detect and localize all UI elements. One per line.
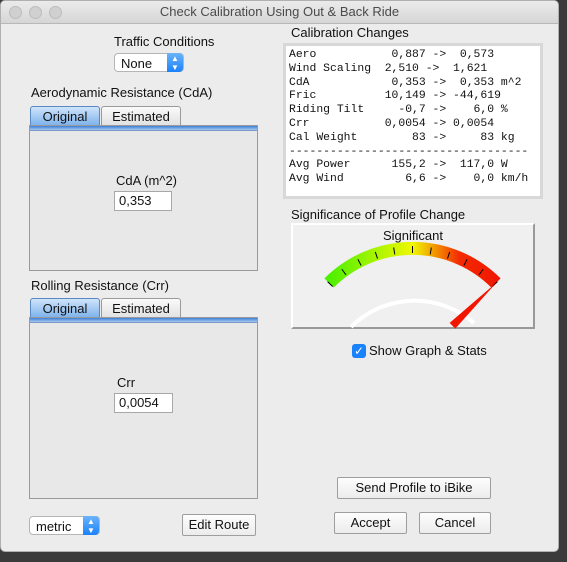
close-button[interactable] [9, 6, 22, 19]
send-profile-button[interactable]: Send Profile to iBike [337, 477, 491, 499]
cancel-button[interactable]: Cancel [419, 512, 491, 534]
rolling-panel: Crr 0,0054 [29, 317, 258, 499]
traffic-value: None [121, 56, 153, 71]
tab-aero-estimated[interactable]: Estimated [101, 106, 181, 125]
significance-gauge: Significant [291, 223, 535, 329]
calibration-label: Calibration Changes [291, 25, 409, 40]
calibration-dialog: Check Calibration Using Out & Back Ride … [0, 0, 559, 552]
cda-input[interactable]: 0,353 [114, 191, 172, 211]
zoom-button[interactable] [49, 6, 62, 19]
cda-label: CdA (m^2) [116, 173, 178, 188]
show-graph-checkbox[interactable]: ✓ [352, 344, 366, 358]
title-bar: Check Calibration Using Out & Back Ride [1, 1, 558, 24]
traffic-select[interactable]: None ▲ ▼ [114, 53, 184, 72]
aero-label: Aerodynamic Resistance (CdA) [31, 85, 213, 100]
units-select[interactable]: metric ▲ ▼ [29, 516, 100, 535]
aero-panel: CdA (m^2) 0,353 [29, 125, 258, 271]
chevron-updown-icon: ▲ ▼ [167, 53, 183, 72]
gauge-dial [324, 241, 501, 329]
calibration-values: Aero 0,887 -> 0,573 Wind Scaling 2,510 -… [289, 49, 529, 186]
minimize-button[interactable] [29, 6, 42, 19]
tab-crr-original[interactable]: Original [30, 298, 100, 317]
gauge-arc [324, 241, 501, 288]
tab-crr-estimated[interactable]: Estimated [101, 298, 181, 317]
traffic-label: Traffic Conditions [114, 34, 215, 49]
crr-input[interactable]: 0,0054 [114, 393, 173, 413]
crr-label: Crr [117, 375, 136, 390]
tab-aero-original[interactable]: Original [30, 106, 100, 125]
window-title: Check Calibration Using Out & Back Ride [159, 4, 400, 19]
edit-route-button[interactable]: Edit Route [182, 514, 256, 536]
accept-button[interactable]: Accept [334, 512, 407, 534]
chevron-updown-icon: ▲ ▼ [83, 516, 99, 535]
significance-label: Significance of Profile Change [291, 207, 466, 222]
show-graph-label: Show Graph & Stats [369, 343, 487, 358]
units-value: metric [36, 519, 72, 534]
rolling-label: Rolling Resistance (Crr) [31, 278, 169, 293]
calibration-text: Aero 0,887 -> 0,573 Wind Scaling 2,510 -… [283, 43, 543, 199]
